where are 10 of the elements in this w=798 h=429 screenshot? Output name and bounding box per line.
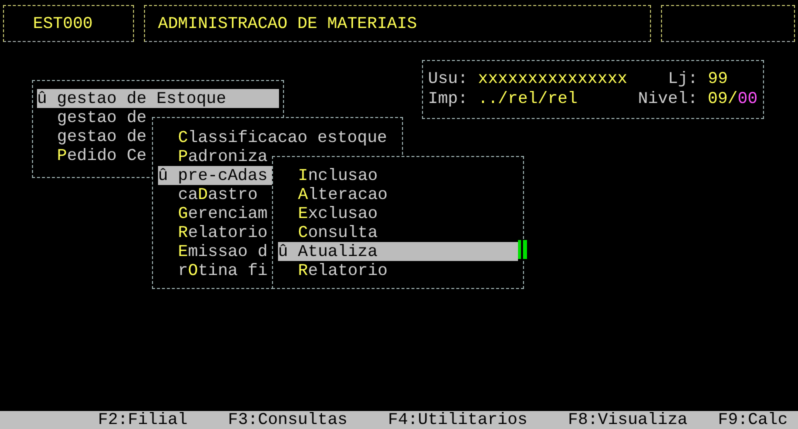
user-label: Usu: — [428, 69, 469, 89]
printer-label: Imp: — [428, 89, 469, 109]
level-value: 09/00 — [708, 89, 758, 109]
store-value: 99 — [708, 69, 728, 89]
screen-title: ADMINISTRACAO DE MATERIAIS — [144, 5, 651, 42]
store-label: Lj: — [668, 69, 698, 89]
printer-value: ../rel/rel — [478, 89, 579, 109]
program-code: EST000 — [3, 5, 134, 42]
level-label: Nivel: — [638, 89, 698, 109]
user-value: xxxxxxxxxxxxxxx — [478, 69, 628, 89]
